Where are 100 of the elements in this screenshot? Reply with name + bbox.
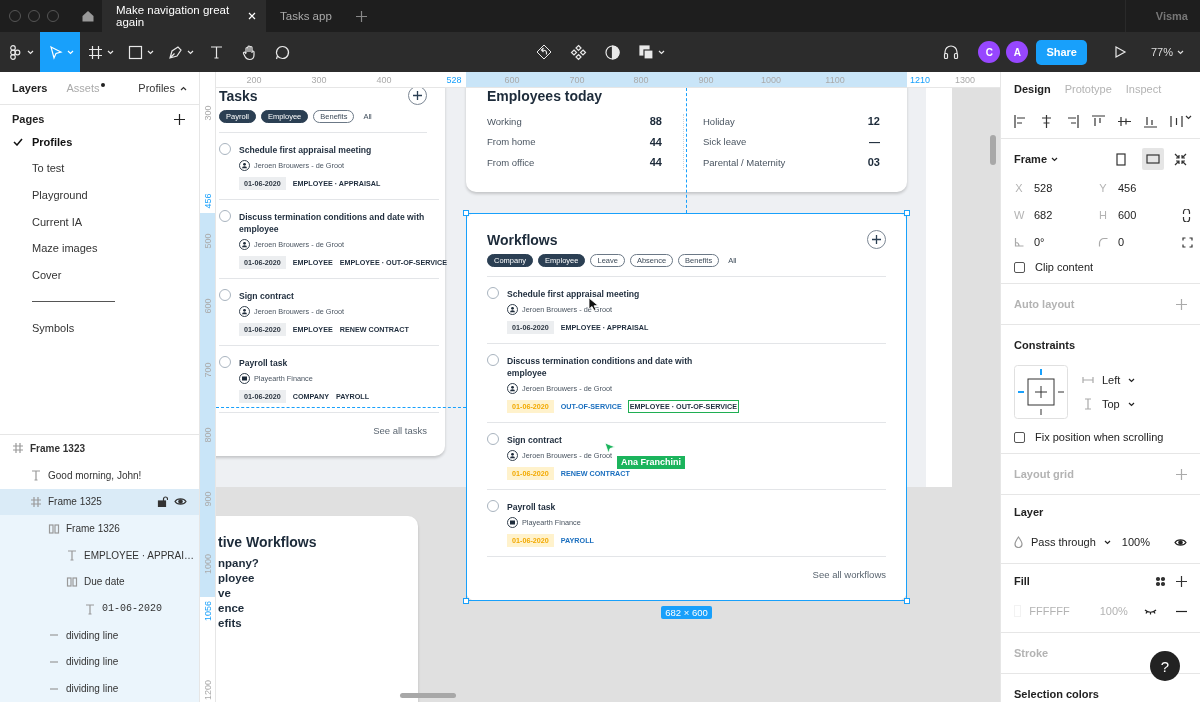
play-icon[interactable] — [1112, 45, 1127, 59]
ruler-label: 600 — [504, 74, 520, 86]
task-checkbox[interactable] — [219, 356, 231, 368]
distribute-icon[interactable] — [1170, 115, 1183, 128]
checkbox[interactable] — [1014, 261, 1025, 273]
constraint-widget[interactable] — [1014, 365, 1068, 419]
resize-icon[interactable] — [1174, 152, 1187, 166]
zoom-menu[interactable]: 77% — [1144, 45, 1190, 59]
page-item[interactable]: Current IA — [0, 208, 199, 235]
layer-row[interactable]: dividing line — [0, 621, 199, 649]
eye-icon[interactable] — [174, 496, 187, 508]
user-avatar[interactable]: A — [1006, 41, 1029, 63]
person-icon — [239, 239, 250, 250]
add-button[interactable] — [867, 230, 886, 249]
align-top-icon[interactable] — [1092, 115, 1105, 128]
stack-icon — [66, 575, 78, 588]
ruler-label: 1300 — [955, 74, 975, 86]
file-tab[interactable]: Tasks app — [266, 0, 342, 32]
task-checkbox[interactable] — [487, 500, 499, 512]
user-avatar[interactable]: C — [978, 41, 1001, 63]
check-icon — [13, 137, 23, 146]
layer-row[interactable]: Good morning, John! — [0, 461, 199, 489]
headphones-icon[interactable] — [942, 43, 961, 61]
number-field[interactable]: X 528 — [1014, 179, 1098, 197]
opacity-value[interactable]: 100% — [1121, 536, 1150, 548]
layer-row[interactable]: dividing line — [0, 675, 199, 702]
number-field[interactable]: Y 456 — [1098, 179, 1182, 197]
workflow-item: ve — [218, 586, 232, 601]
task-checkbox[interactable] — [487, 287, 499, 299]
task-checkbox[interactable] — [219, 143, 231, 155]
eye-icon[interactable] — [1174, 536, 1187, 548]
stat-label: Parental / Maternity — [703, 156, 786, 168]
blend-mode-dropdown[interactable]: Pass through — [1031, 536, 1111, 548]
stat-label: Holiday — [703, 115, 735, 127]
task-checkbox[interactable] — [219, 210, 231, 222]
layer-row[interactable]: dividing line — [0, 648, 199, 676]
see-all-link[interactable]: See all workflows — [812, 557, 886, 580]
corners-icon[interactable] — [1182, 236, 1193, 248]
layer-row[interactable]: Frame 1325 — [0, 488, 199, 516]
number-field[interactable]: 0° — [1014, 233, 1098, 251]
close-icon[interactable] — [248, 12, 256, 20]
vertical-constraint-dropdown[interactable]: Top — [1082, 398, 1136, 410]
page-item[interactable]: Symbols — [0, 314, 199, 342]
corner-radius-icon — [1098, 237, 1108, 247]
caret-icon — [1185, 115, 1192, 120]
ruler-label: 1000 — [761, 74, 781, 86]
number-field[interactable]: W 682 — [1014, 206, 1098, 224]
section-title[interactable]: Frame — [1014, 153, 1048, 165]
link-icon[interactable] — [1182, 208, 1191, 222]
align-right-icon[interactable] — [1066, 115, 1079, 128]
arrow-icon[interactable] — [535, 43, 553, 61]
layer-row[interactable]: Frame 1323 — [0, 435, 199, 462]
align-bottom-icon[interactable] — [1144, 115, 1157, 128]
ruler-label: 300 — [311, 74, 327, 86]
plus-icon[interactable] — [1176, 575, 1187, 587]
page-item[interactable]: To test — [0, 154, 199, 182]
boolean-icon[interactable] — [638, 43, 655, 61]
align-center-icon[interactable] — [1040, 115, 1053, 128]
panel-tab[interactable]: Layers — [12, 81, 53, 95]
plus-icon[interactable] — [174, 113, 185, 125]
page-switcher[interactable]: Profiles — [138, 82, 187, 95]
task-checkbox[interactable] — [487, 433, 499, 445]
hand-icon — [241, 43, 258, 61]
styles-icon[interactable] — [1155, 575, 1166, 587]
number-field[interactable]: 0 — [1098, 233, 1182, 251]
layer-row[interactable]: EMPLOYEE · APPRAI… — [0, 541, 199, 569]
file-tab[interactable]: Make navigation great again — [102, 0, 266, 32]
task-checkbox[interactable] — [219, 289, 231, 301]
page-item[interactable]: Cover — [0, 261, 199, 289]
page-item[interactable]: Profiles — [0, 128, 199, 155]
add-button[interactable] — [408, 88, 427, 105]
lock-icon[interactable] — [157, 496, 168, 508]
stat-value: 03 — [867, 156, 880, 169]
card-title: tive Workflows — [218, 534, 318, 550]
page-item[interactable]: Maze images — [0, 234, 199, 262]
ruler-label: 200 — [246, 74, 262, 86]
width-icon — [1082, 375, 1094, 385]
contrast-icon[interactable] — [604, 43, 621, 61]
horizontal-constraint-dropdown[interactable]: Left — [1082, 374, 1136, 386]
layer-row[interactable]: Frame 1326 — [0, 515, 199, 542]
home-icon[interactable] — [81, 9, 95, 23]
layer-row[interactable]: 01-06-2020 — [0, 595, 199, 622]
workflow-item: ence — [218, 601, 246, 616]
checkbox[interactable] — [1014, 431, 1025, 443]
number-field[interactable]: H 600 — [1098, 206, 1182, 224]
stat-label: Working — [487, 115, 522, 127]
align-middle-icon[interactable] — [1118, 115, 1131, 128]
align-left-icon[interactable] — [1014, 115, 1027, 128]
help-button[interactable]: ? — [1150, 651, 1180, 681]
card-title: Tasks — [219, 88, 258, 104]
landscape-button[interactable] — [1142, 148, 1164, 170]
scrollbar[interactable] — [400, 693, 456, 698]
task-title: Payroll task — [507, 501, 557, 513]
page-item[interactable]: Playground — [0, 181, 199, 209]
see-all-link[interactable]: See all tasks — [373, 413, 427, 436]
task-checkbox[interactable] — [487, 354, 499, 366]
component-icon[interactable] — [570, 43, 587, 61]
panel-tab[interactable]: Design — [1014, 82, 1051, 95]
layer-row[interactable]: Due date — [0, 568, 199, 596]
scrollbar[interactable] — [990, 135, 996, 165]
